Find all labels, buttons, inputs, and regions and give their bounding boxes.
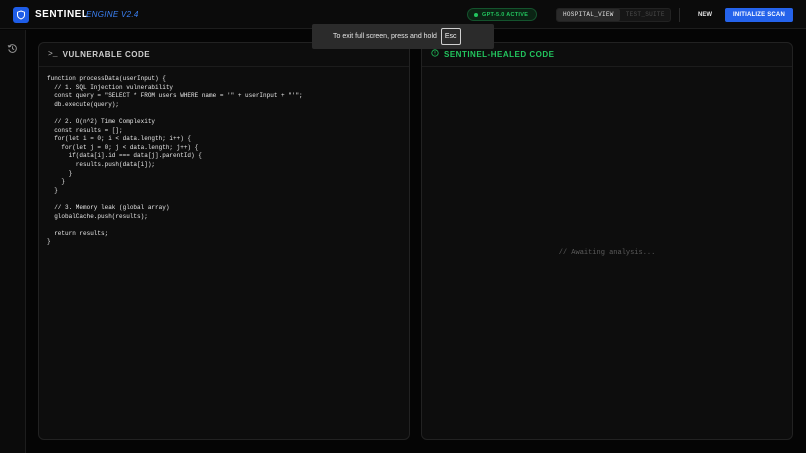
shield-logo-icon (13, 7, 29, 23)
new-button[interactable]: NEW (689, 8, 721, 22)
panel-title: SENTINEL-HEALED CODE (444, 50, 555, 59)
shield-check-icon (431, 49, 439, 60)
model-status-badge: GPT-5.0 ACTIVE (467, 8, 537, 21)
initialize-scan-button[interactable]: INITIALIZE SCAN (725, 8, 793, 22)
divider (679, 8, 680, 22)
engine-version: ENGINE V2.4 (86, 10, 139, 19)
code-editor[interactable]: function processData(userInput) { // 1. … (39, 67, 409, 247)
vulnerable-code-panel: >_ VULNERABLE CODE function processData(… (38, 42, 410, 440)
status-dot-icon (474, 12, 478, 17)
view-tabs: HOSPITAL_VIEW TEST_SUITE (556, 8, 671, 22)
healed-code-panel: SENTINEL-HEALED CODE // Awaiting analysi… (421, 42, 793, 440)
panel-title: VULNERABLE CODE (62, 50, 151, 59)
tab-hospital-view[interactable]: HOSPITAL_VIEW (557, 9, 620, 21)
awaiting-placeholder: // Awaiting analysis... (558, 249, 656, 257)
sidebar (0, 30, 26, 453)
model-status-text: GPT-5.0 ACTIVE (482, 11, 529, 18)
history-icon[interactable] (7, 41, 18, 53)
toast-message: To exit full screen, press and hold (333, 33, 437, 40)
app-title: SENTINEL (35, 9, 89, 20)
fullscreen-toast: To exit full screen, press and hold Esc (312, 24, 494, 49)
esc-key-hint: Esc (440, 28, 461, 45)
terminal-icon: >_ (48, 50, 58, 59)
tab-test-suite[interactable]: TEST_SUITE (620, 9, 671, 21)
